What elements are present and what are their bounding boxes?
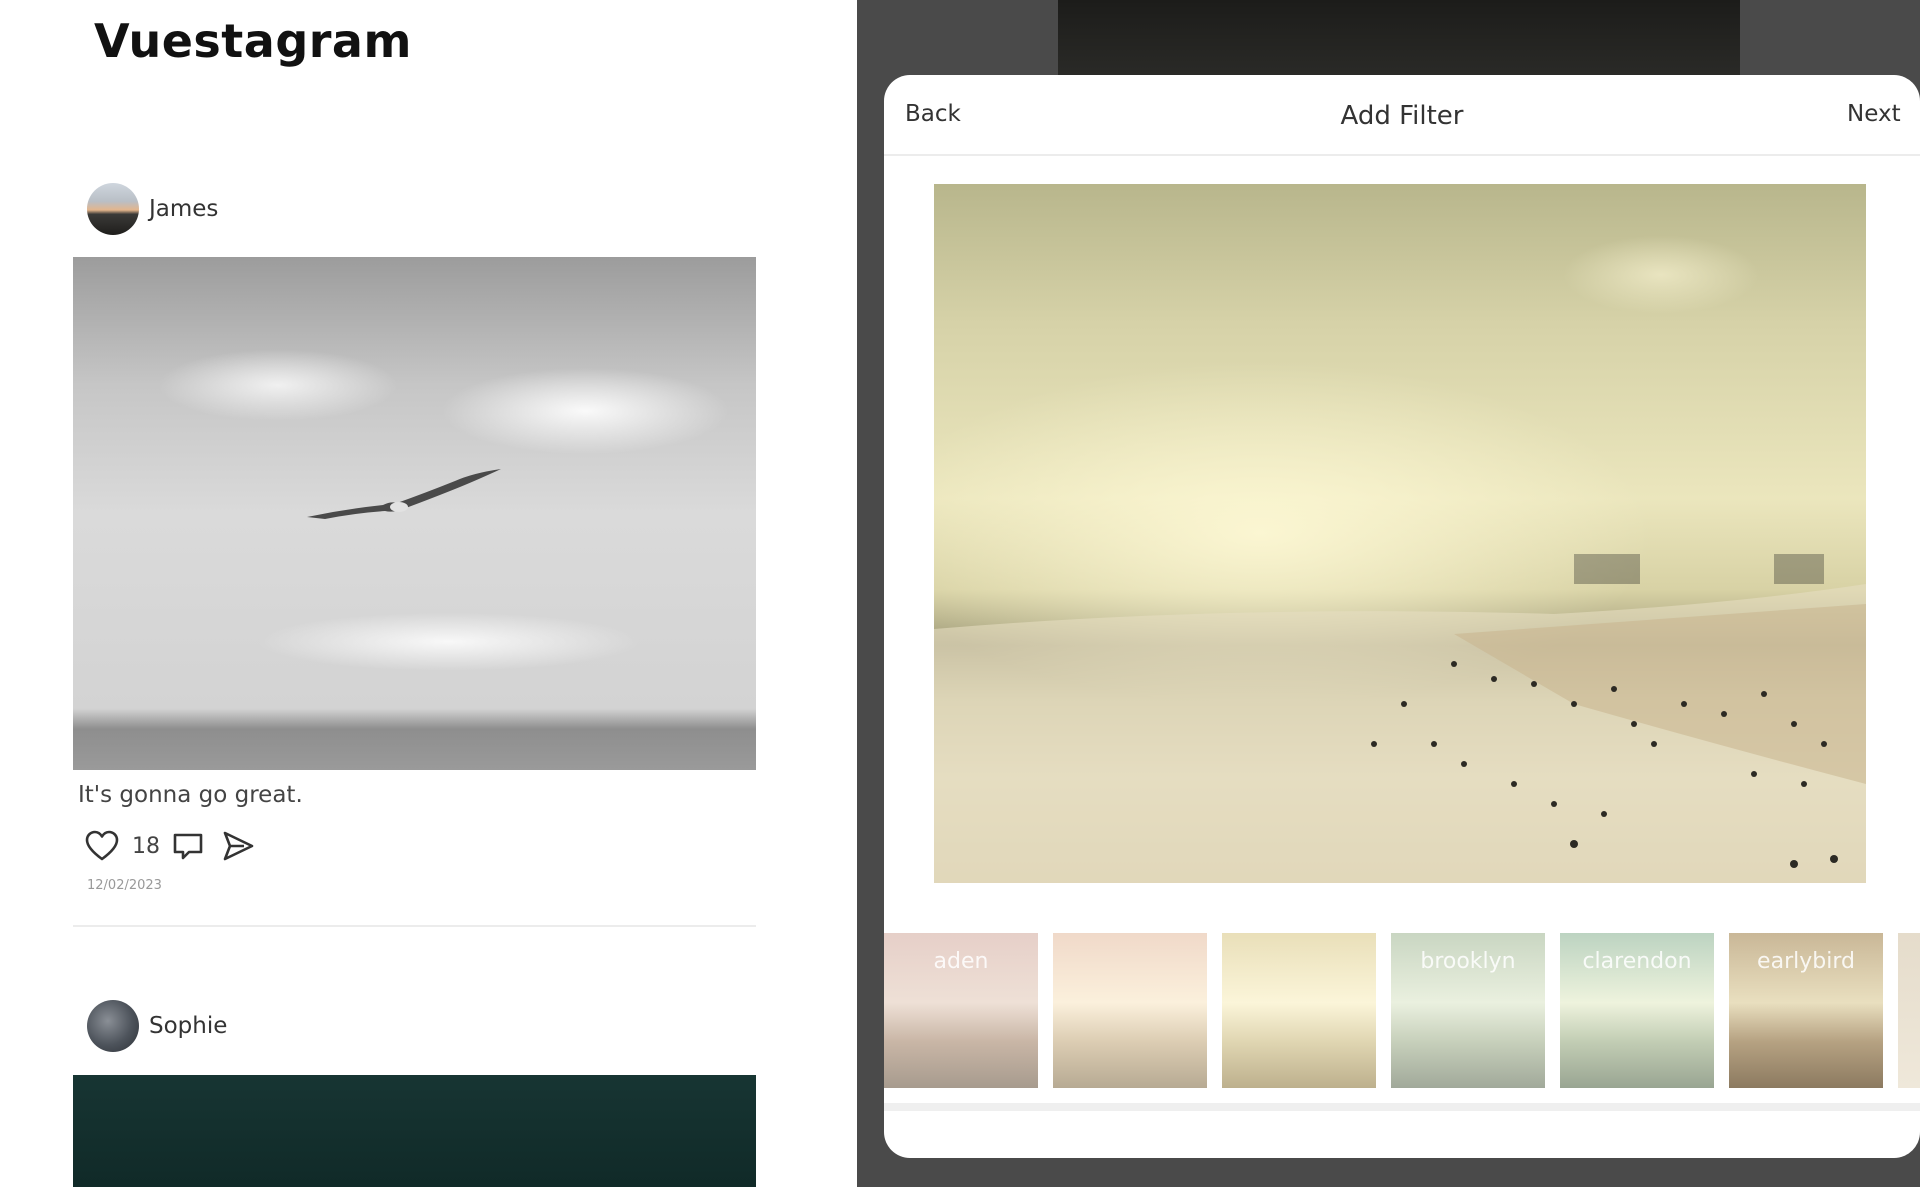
next-button[interactable]: Next — [1847, 101, 1901, 127]
filter-thumbnail[interactable]: earlybird — [1729, 933, 1883, 1088]
beach-scene — [934, 554, 1866, 883]
filter-thumbnail[interactable] — [1222, 933, 1376, 1088]
avatar[interactable] — [87, 183, 139, 235]
filter-label: earlybird — [1757, 949, 1855, 974]
bird-graphic — [307, 469, 501, 519]
post-photo[interactable] — [73, 257, 756, 770]
filter-modal: Back Add Filter Next aden brooklyn clare… — [884, 75, 1920, 1158]
filter-strip[interactable]: aden brooklyn clarendon earlybird — [884, 933, 1920, 1088]
filter-thumbnail[interactable]: aden — [884, 933, 1038, 1088]
filter-thumbnail[interactable]: clarendon — [1560, 933, 1714, 1088]
post-photo[interactable] — [73, 1075, 756, 1187]
post-header: James — [87, 183, 218, 235]
filter-thumbnail[interactable] — [1053, 933, 1207, 1088]
post-date: 12/02/2023 — [87, 878, 162, 893]
modal-header: Back Add Filter Next — [884, 75, 1920, 156]
comment-icon[interactable] — [170, 828, 206, 864]
filter-label: clarendon — [1582, 949, 1692, 974]
feed-panel: Vuestagram James It's gonna go great. 18… — [0, 0, 857, 1187]
post-username[interactable]: James — [149, 196, 218, 222]
post-actions: 18 — [84, 828, 256, 864]
filter-thumbnail[interactable] — [1898, 933, 1920, 1088]
avatar[interactable] — [87, 1000, 139, 1052]
modal-footer-divider — [884, 1103, 1920, 1111]
post-header: Sophie — [87, 1000, 227, 1052]
post-username[interactable]: Sophie — [149, 1013, 227, 1039]
filter-preview-image — [934, 184, 1866, 883]
heart-icon[interactable] — [84, 828, 120, 864]
filter-label: brooklyn — [1420, 949, 1516, 974]
modal-title: Add Filter — [1340, 101, 1464, 131]
app-title: Vuestagram — [94, 14, 412, 68]
post-divider — [73, 925, 756, 927]
post-caption: It's gonna go great. — [78, 782, 303, 808]
background-photo — [1058, 0, 1740, 75]
send-icon[interactable] — [220, 828, 256, 864]
filter-thumbnail[interactable]: brooklyn — [1391, 933, 1545, 1088]
filter-label: aden — [933, 949, 989, 974]
likes-count: 18 — [132, 833, 160, 859]
